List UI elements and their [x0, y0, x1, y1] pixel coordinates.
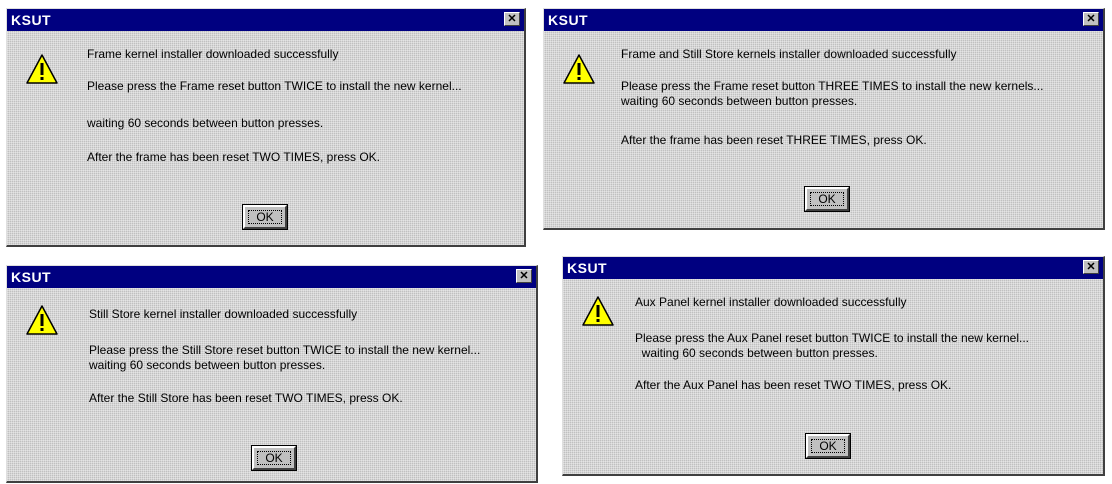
close-button[interactable]: ✕	[516, 269, 532, 283]
message-line: Please press the Aux Panel reset button …	[635, 331, 1029, 345]
dialog-title: KSUT	[11, 269, 52, 285]
close-button[interactable]: ✕	[504, 12, 520, 26]
message-line: waiting 60 seconds between button presse…	[635, 346, 878, 360]
dialog-auxpanel-kernel: KSUT ✕ Aux Panel kernel installer downlo…	[562, 256, 1105, 476]
ok-button[interactable]: OK	[242, 204, 288, 230]
message-line: waiting 60 seconds between button presse…	[87, 116, 324, 130]
message-line: Please press the Still Store reset butto…	[89, 343, 481, 357]
ok-button-label: OK	[810, 192, 844, 206]
message-line: Frame and Still Store kernels installer …	[621, 47, 957, 61]
message-line: After the frame has been reset TWO TIMES…	[87, 150, 380, 164]
close-button[interactable]: ✕	[1083, 260, 1099, 274]
warning-icon	[582, 296, 614, 326]
message-line: Aux Panel kernel installer downloaded su…	[635, 295, 907, 309]
message-line: After the Aux Panel has been reset TWO T…	[635, 378, 952, 392]
message-line: waiting 60 seconds between button presse…	[89, 358, 326, 372]
dialog-title: KSUT	[548, 12, 589, 28]
ok-button-label: OK	[257, 451, 291, 465]
ok-button[interactable]: OK	[805, 433, 851, 459]
titlebar: KSUT ✕	[7, 266, 536, 288]
dialog-frame-stillstore-kernels: KSUT ✕ Frame and Still Store kernels ins…	[543, 8, 1105, 230]
message-line: Frame kernel installer downloaded succes…	[87, 47, 339, 61]
titlebar: KSUT ✕	[7, 9, 524, 31]
message-line: Please press the Frame reset button TWIC…	[87, 79, 462, 93]
ok-button[interactable]: OK	[251, 445, 297, 471]
message-line: Please press the Frame reset button THRE…	[621, 79, 1044, 93]
message-line: After the Still Store has been reset TWO…	[89, 391, 403, 405]
warning-icon	[26, 305, 58, 335]
dialog-frame-kernel: KSUT ✕ Frame kernel installer downloaded…	[6, 8, 526, 247]
message-line: Still Store kernel installer downloaded …	[89, 307, 358, 321]
ok-button[interactable]: OK	[804, 186, 850, 212]
titlebar: KSUT ✕	[544, 9, 1103, 31]
warning-icon	[563, 54, 595, 84]
ok-button-label: OK	[248, 210, 282, 224]
titlebar: KSUT ✕	[563, 257, 1103, 279]
ok-button-label: OK	[811, 439, 845, 453]
dialog-stillstore-kernel: KSUT ✕ Still Store kernel installer down…	[6, 265, 538, 483]
message-line: waiting 60 seconds between button presse…	[621, 94, 858, 108]
dialog-title: KSUT	[567, 260, 608, 276]
dialog-title: KSUT	[11, 12, 52, 28]
warning-icon	[26, 54, 58, 84]
close-button[interactable]: ✕	[1083, 12, 1099, 26]
message-line: After the frame has been reset THREE TIM…	[621, 133, 927, 147]
